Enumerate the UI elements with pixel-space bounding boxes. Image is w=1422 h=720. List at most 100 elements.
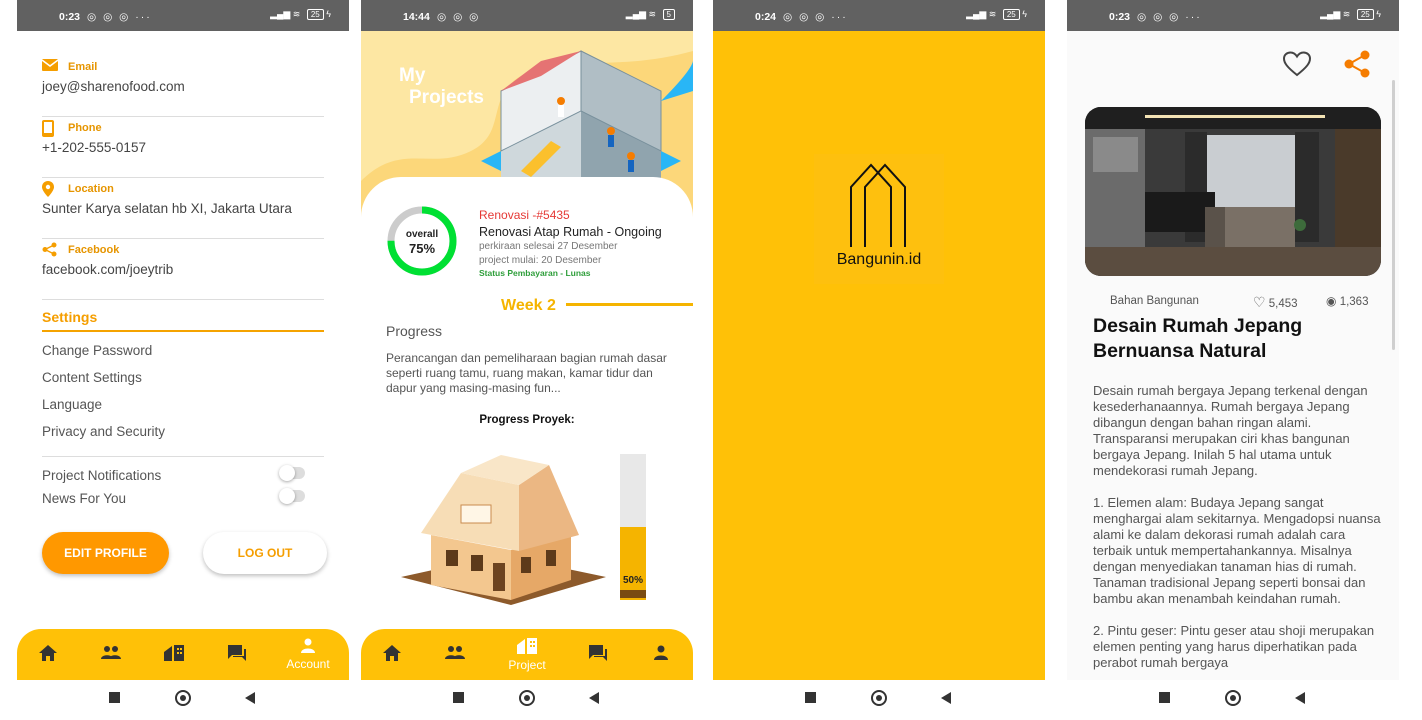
payment-status: Status Pembayaran - Lunas <box>479 268 591 278</box>
recents-icon[interactable] <box>109 692 120 703</box>
recents-icon[interactable] <box>1159 692 1170 703</box>
location-row[interactable]: Location Sunter Karya selatan hb XI, Jak… <box>42 177 324 239</box>
tab-home[interactable] <box>23 629 73 680</box>
tab-project-label: Project <box>508 658 546 672</box>
location-icon <box>42 181 54 197</box>
splash-background <box>713 31 1045 680</box>
status-notification-icons: ◎ ◎ ◎ ··· <box>1137 11 1202 23</box>
phone-row[interactable]: Phone +1-202-555-0157 <box>42 116 324 178</box>
week-line <box>566 303 693 306</box>
house-illustration <box>401 455 606 605</box>
facebook-title: Facebook <box>68 244 120 256</box>
recents-icon[interactable] <box>453 692 464 703</box>
setting-language[interactable]: Language <box>42 397 102 412</box>
settings-title: Settings <box>42 309 98 325</box>
logout-button[interactable]: LOG OUT <box>203 532 327 574</box>
phone-title: Phone <box>68 122 102 134</box>
progress-description: Perancangan dan pemeliharaan bagian ruma… <box>386 351 667 395</box>
status-time: 0:23 <box>1109 11 1131 23</box>
article-screen: 0:23 ◎ ◎ ◎ ··· ▂▄▆ ≋ 25 ϟ Bahan Bangunan <box>1067 0 1399 720</box>
home-button-icon[interactable] <box>871 690 887 706</box>
week-label: Week 2 <box>501 297 556 314</box>
progress-proyek-label: Progress Proyek: <box>479 414 575 426</box>
person-icon <box>654 645 668 660</box>
tab-chat[interactable] <box>212 629 262 680</box>
account-screen: 0:23 ◎ ◎ ◎ ··· ▂▄▆ ≋ 25 ϟ Email joey@sha… <box>17 0 349 720</box>
tab-account[interactable]: Account <box>283 629 333 680</box>
home-button-icon[interactable] <box>175 690 191 706</box>
email-row[interactable]: Email joey@sharenofood.com <box>42 55 324 117</box>
phone-icon <box>42 120 54 137</box>
settings-underline <box>42 330 324 332</box>
setting-content-settings[interactable]: Content Settings <box>42 370 142 385</box>
project-start: project mulai: 20 Desember <box>479 255 602 266</box>
like-count: 5,453 <box>1268 298 1298 310</box>
brand-name: Bangunin.id <box>836 251 922 268</box>
location-value: Sunter Karya selatan hb XI, Jakarta Utar… <box>42 201 292 216</box>
status-right: ▂▄▆ ≋ 25 ϟ <box>270 9 331 20</box>
home-icon <box>39 645 57 661</box>
tab-home[interactable] <box>367 629 417 680</box>
email-title: Email <box>68 61 98 73</box>
bottom-tab-bar: Project <box>361 629 693 680</box>
people-icon <box>101 646 121 659</box>
news-for-you-toggle[interactable] <box>279 488 305 504</box>
setting-change-password[interactable]: Change Password <box>42 343 152 358</box>
overall-label: overall <box>405 229 439 240</box>
status-right: ▂▄▆ ≋ 5 <box>626 9 675 20</box>
project-est-finish: perkiraan selesai 27 Desember <box>479 241 618 252</box>
view-count: 1,363 <box>1339 296 1369 308</box>
settings-divider <box>42 456 324 457</box>
project-notifications-toggle[interactable] <box>279 465 305 481</box>
progress-bar-base <box>620 590 646 598</box>
status-bar: 0:23 ◎ ◎ ◎ ··· ▂▄▆ ≋ 25 ϟ <box>17 0 349 31</box>
back-icon[interactable] <box>245 692 255 704</box>
edit-profile-button[interactable]: EDIT PROFILE <box>42 532 169 574</box>
status-right: ▂▄▆ ≋ 25 ϟ <box>1320 9 1381 20</box>
tab-chat[interactable] <box>573 629 623 680</box>
article-views: ◉ 1,363 <box>1326 294 1368 308</box>
back-icon[interactable] <box>589 692 599 704</box>
project-icon <box>517 638 537 654</box>
back-icon[interactable] <box>1295 692 1305 704</box>
status-right: ▂▄▆ ≋ 25 ϟ <box>966 9 1027 20</box>
system-nav-bar <box>1067 680 1399 720</box>
tab-project[interactable] <box>149 629 199 680</box>
project-code: Renovasi -#5435 <box>479 208 570 222</box>
tab-people[interactable] <box>86 629 136 680</box>
home-button-icon[interactable] <box>1225 690 1241 706</box>
facebook-row[interactable]: Facebook facebook.com/joeytrib <box>42 238 324 300</box>
system-nav-bar <box>361 680 693 720</box>
tab-account-label: Account <box>286 657 330 671</box>
like-count-heart-icon: ♡ <box>1253 294 1266 310</box>
battery-icon: 5 <box>662 9 675 20</box>
projects-screen: 14:44 ◎ ◎ ◎ ▂▄▆ ≋ 5 My Projects overall … <box>361 0 693 720</box>
battery-icon: 25 <box>1356 9 1374 20</box>
recents-icon[interactable] <box>805 692 816 703</box>
tab-project[interactable]: Project <box>502 629 552 680</box>
tab-account[interactable] <box>636 629 686 680</box>
scrollbar[interactable] <box>1392 80 1395 350</box>
status-bar: 0:24 ◎ ◎ ◎ ··· ▂▄▆ ≋ 25 ϟ <box>713 0 1045 31</box>
article-image[interactable] <box>1085 107 1381 276</box>
projects-title-line2: Projects <box>409 87 484 108</box>
setting-privacy-security[interactable]: Privacy and Security <box>42 424 165 439</box>
news-for-you-label: News For You <box>42 491 127 506</box>
status-time: 0:24 <box>755 11 777 23</box>
living-room-photo <box>1085 107 1381 276</box>
phone-value: +1-202-555-0157 <box>42 140 146 155</box>
status-notification-icons: ◎ ◎ ◎ ··· <box>87 11 152 23</box>
back-icon[interactable] <box>941 692 951 704</box>
article-likes: ♡ 5,453 <box>1253 294 1298 311</box>
project-icon <box>164 645 184 661</box>
home-button-icon[interactable] <box>519 690 535 706</box>
home-icon <box>383 645 401 661</box>
projects-title-line1: My <box>399 65 426 86</box>
heart-icon[interactable] <box>1283 51 1311 77</box>
tab-people[interactable] <box>430 629 480 680</box>
system-nav-bar <box>17 680 349 720</box>
people-icon <box>445 646 465 659</box>
projects-title: My Projects <box>399 65 484 109</box>
status-notification-icons: ◎ ◎ ◎ <box>437 11 481 23</box>
share-icon[interactable] <box>1343 50 1371 78</box>
